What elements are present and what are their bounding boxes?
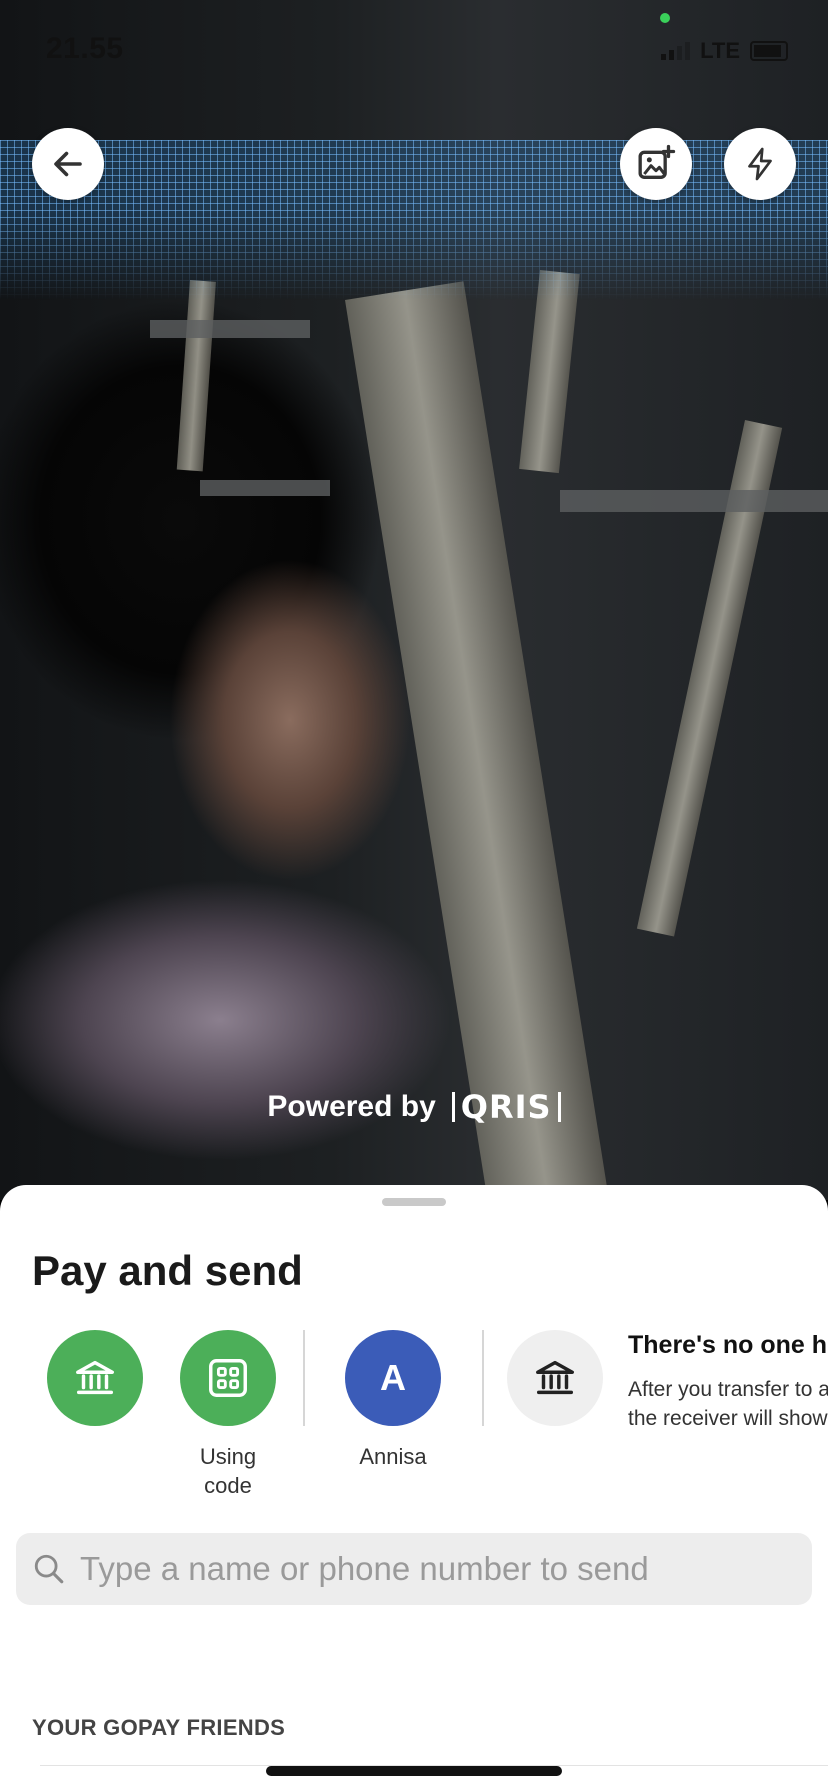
sheet-drag-handle[interactable] (382, 1198, 446, 1206)
bank-icon (76, 1360, 114, 1395)
sheet-title: Pay and send (32, 1247, 303, 1294)
using-code-circle (180, 1330, 276, 1426)
network-type: LTE (700, 38, 740, 63)
car-pillar (176, 280, 216, 472)
bank-transfer-circle (47, 1330, 143, 1426)
contact-name: Annisa (359, 1444, 427, 1469)
search-icon (34, 1554, 64, 1584)
empty-recent-description: After you transfer to a the receiver wil… (628, 1375, 828, 1433)
back-button[interactable] (32, 128, 104, 200)
empty-recent-description-line: After you transfer to a (628, 1378, 828, 1401)
signal-icon (661, 42, 691, 60)
car-pillar (345, 281, 608, 1200)
using-code-label: Using code (199, 1444, 257, 1498)
gallery-add-icon (638, 144, 676, 179)
camera-viewfinder: 21.55 LTE Powered by QRIS (0, 0, 828, 1200)
headrest-bar (200, 480, 330, 496)
car-pillar (519, 270, 580, 474)
search-bar[interactable] (16, 1533, 812, 1605)
recent-divider (482, 1330, 484, 1426)
grid-code-icon (209, 1359, 247, 1397)
powered-by-label: Powered by (267, 1090, 436, 1123)
arrow-left-icon (54, 151, 82, 177)
home-indicator[interactable] (266, 1766, 562, 1776)
gallery-button[interactable] (620, 128, 692, 200)
friends-section-heading: YOUR GOPAY FRIENDS (32, 1715, 286, 1740)
status-time: 21.55 (46, 32, 124, 65)
empty-recent-title: There's no one he (628, 1331, 828, 1359)
flash-icon (748, 147, 772, 181)
using-code-button[interactable]: Using code (172, 1330, 284, 1500)
status-bar: 21.55 LTE (0, 0, 828, 100)
empty-recent-description-line: the receiver will show (628, 1407, 828, 1430)
empty-recent-circle (507, 1330, 603, 1426)
headrest-bar (150, 320, 310, 338)
avatar: A (345, 1330, 441, 1426)
bank-icon (536, 1360, 574, 1395)
scan-grid-overlay (0, 140, 828, 300)
battery-icon (750, 41, 788, 61)
quick-actions-divider (303, 1330, 305, 1426)
camera-in-use-indicator (660, 13, 670, 23)
search-input[interactable] (78, 1549, 782, 1589)
pay-and-send-sheet: Pay and send Using code A Annisa There's… (0, 1185, 828, 1792)
qris-logo: QRIS (451, 1091, 561, 1123)
powered-by-banner: Powered by QRIS (0, 1090, 828, 1124)
avatar-letter: A (380, 1357, 406, 1398)
status-indicators: LTE (661, 38, 788, 64)
headrest-bar (560, 490, 828, 512)
recent-contact-annisa[interactable]: A Annisa (343, 1330, 443, 1471)
empty-recent-bank-icon-wrap (507, 1330, 603, 1426)
bank-transfer-button[interactable] (47, 1330, 143, 1442)
flash-button[interactable] (724, 128, 796, 200)
